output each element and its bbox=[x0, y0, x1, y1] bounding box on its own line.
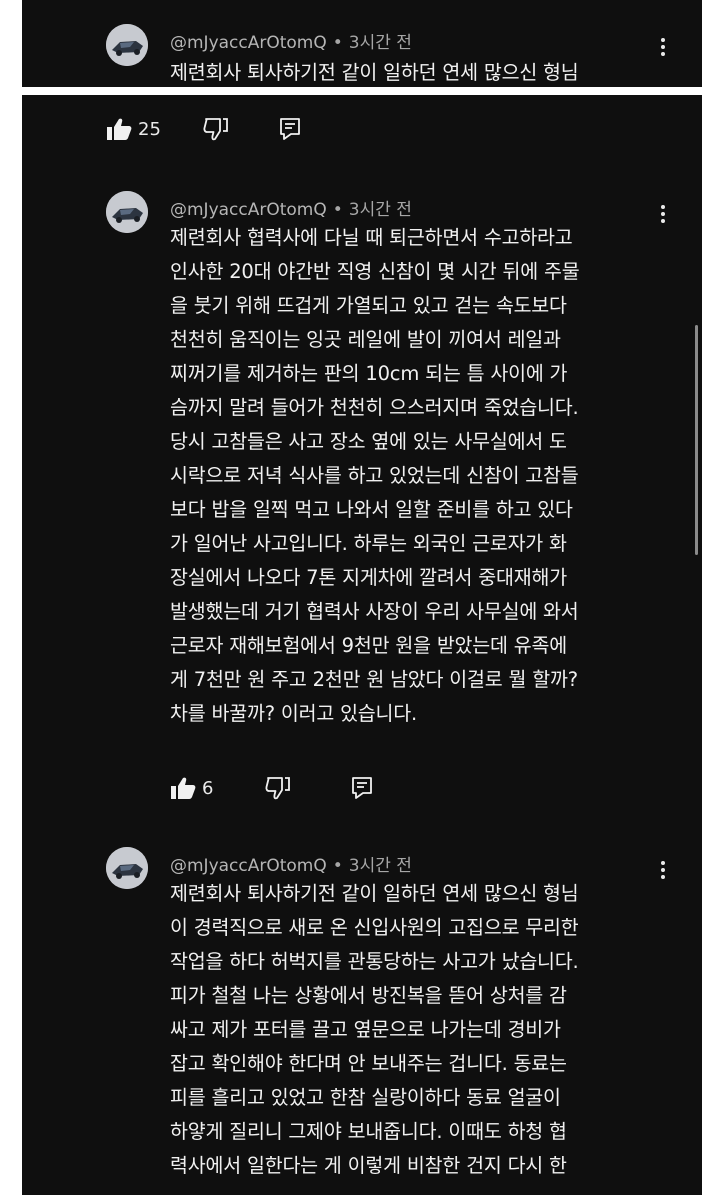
dislike-button[interactable] bbox=[265, 776, 291, 800]
avatar-image bbox=[106, 847, 148, 889]
comment-2-actions: 6 bbox=[170, 773, 373, 803]
thumbs-down-icon bbox=[265, 777, 291, 800]
comment-text: 제련회사 퇴사하기전 같이 일하던 연세 많으신 형님 이 경력직으로 새로 온… bbox=[170, 882, 579, 1177]
comment-time[interactable]: 3시간 전 bbox=[349, 200, 412, 220]
reply-button[interactable] bbox=[351, 776, 373, 800]
thumbs-down-icon bbox=[203, 118, 228, 141]
comment-meta: @mJyaccArOtomQ • 3시간 전 bbox=[170, 28, 412, 53]
separator-dot: • bbox=[332, 200, 343, 220]
thumbs-up-icon bbox=[171, 777, 196, 799]
separator-dot: • bbox=[332, 33, 343, 53]
comment-text: 제련회사 퇴사하기전 같이 일하던 연세 많으신 형님 bbox=[170, 61, 579, 84]
separator-dot: • bbox=[332, 856, 343, 876]
comment-panel-top: @mJyaccArOtomQ • 3시간 전 제련회사 퇴사하기전 같이 일하던 연… bbox=[22, 0, 702, 87]
comment-time[interactable]: 3시간 전 bbox=[349, 33, 412, 53]
more-vertical-icon[interactable] bbox=[660, 38, 666, 58]
like-button[interactable]: 6 bbox=[170, 776, 213, 800]
avatar-image bbox=[106, 191, 148, 233]
like-button[interactable]: 25 bbox=[106, 117, 161, 141]
avatar[interactable] bbox=[106, 191, 148, 233]
reply-icon bbox=[280, 118, 300, 140]
scrollbar[interactable] bbox=[695, 325, 698, 555]
comment-panel-main: 25 @mJyaccArOtomQ • 3시간 전 제련회사 협력사에 다닐 때… bbox=[22, 95, 702, 1195]
avatar[interactable] bbox=[106, 847, 148, 889]
comment-author[interactable]: @mJyaccArOtomQ bbox=[170, 200, 327, 220]
dislike-button[interactable] bbox=[203, 117, 229, 141]
thumbs-up-icon bbox=[107, 118, 132, 140]
avatar-image bbox=[106, 24, 148, 66]
comment-1-actions: 25 bbox=[106, 114, 301, 144]
comment-text: 제련회사 협력사에 다닐 때 퇴근하면서 수고하라고 인사한 20대 야간반 직… bbox=[170, 226, 580, 725]
reply-icon bbox=[352, 777, 373, 799]
like-count: 25 bbox=[138, 118, 161, 140]
comment-meta: @mJyaccArOtomQ • 3시간 전 bbox=[170, 851, 412, 876]
comment-author[interactable]: @mJyaccArOtomQ bbox=[170, 33, 327, 53]
comment-meta: @mJyaccArOtomQ • 3시간 전 bbox=[170, 195, 412, 220]
avatar[interactable] bbox=[106, 24, 148, 66]
comment-time[interactable]: 3시간 전 bbox=[349, 856, 412, 876]
reply-button[interactable] bbox=[279, 117, 301, 141]
comment-author[interactable]: @mJyaccArOtomQ bbox=[170, 856, 327, 876]
like-count: 6 bbox=[202, 777, 214, 799]
